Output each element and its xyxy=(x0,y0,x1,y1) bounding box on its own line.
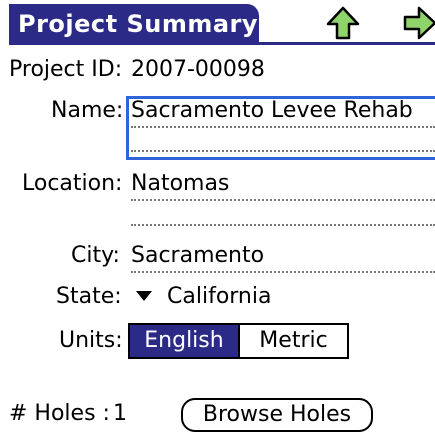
units-english-button[interactable]: English xyxy=(128,323,240,359)
name-label: Name: xyxy=(51,98,124,123)
units-label: Units: xyxy=(59,328,123,353)
right-arrow-icon[interactable] xyxy=(403,6,435,40)
chevron-down-icon[interactable] xyxy=(136,291,152,301)
units-metric-button[interactable]: Metric xyxy=(238,323,349,359)
up-arrow-icon[interactable] xyxy=(326,6,360,40)
page-title: Project Summary xyxy=(18,10,259,38)
title-underline xyxy=(9,42,435,45)
right-arrow-shape xyxy=(403,6,435,40)
location-line-2 xyxy=(131,224,435,226)
state-select[interactable]: California xyxy=(167,284,271,309)
project-summary-screen: Project Summary Project ID: 2007-00098 N… xyxy=(0,0,435,435)
location-field[interactable]: Natomas xyxy=(131,171,229,196)
project-id-label: Project ID: xyxy=(9,57,123,82)
city-label: City: xyxy=(71,243,120,268)
city-line xyxy=(131,271,435,273)
browse-holes-button[interactable]: Browse Holes xyxy=(181,398,373,432)
name-line-2 xyxy=(131,150,435,152)
location-line-1 xyxy=(131,199,435,201)
holes-count: 1 xyxy=(113,401,127,426)
name-line-1 xyxy=(131,126,435,128)
name-field[interactable]: Sacramento Levee Rehab xyxy=(131,98,413,123)
city-field[interactable]: Sacramento xyxy=(131,243,264,268)
title-tab: Project Summary xyxy=(9,4,259,44)
project-id-value: 2007-00098 xyxy=(131,57,265,82)
location-label: Location: xyxy=(22,171,123,196)
state-label: State: xyxy=(56,284,122,309)
holes-label: # Holes : xyxy=(9,401,110,426)
up-arrow-shape xyxy=(326,6,360,40)
